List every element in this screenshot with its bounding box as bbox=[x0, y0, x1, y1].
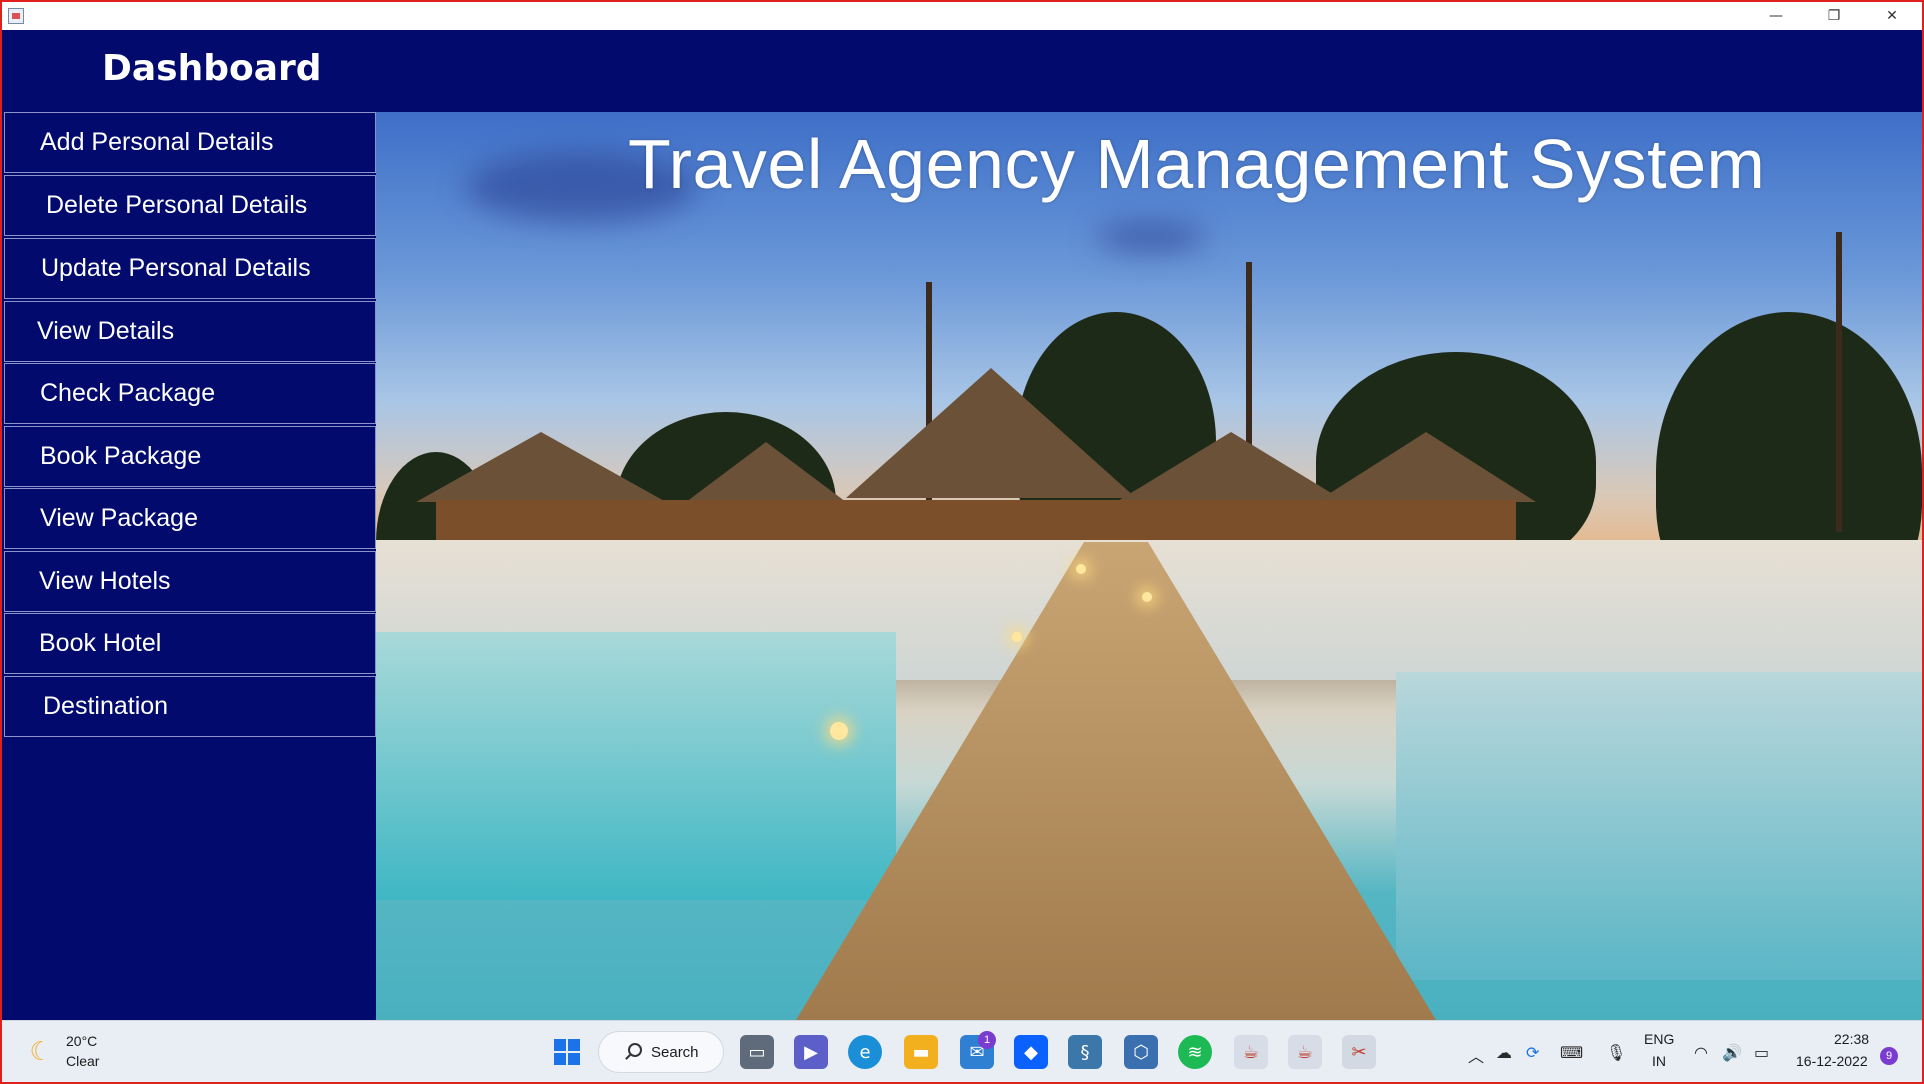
water bbox=[1396, 672, 1922, 980]
minimize-button[interactable]: — bbox=[1747, 2, 1805, 30]
teams-icon[interactable]: ▶ bbox=[794, 1035, 828, 1069]
search-label: Search bbox=[651, 1044, 699, 1061]
nav-label: Check Package bbox=[40, 379, 216, 407]
view-details-button[interactable]: View Details bbox=[4, 301, 376, 362]
hut-base bbox=[436, 500, 1516, 540]
weather-moon-icon[interactable]: ☾ bbox=[26, 1037, 56, 1067]
weather-desc[interactable]: Clear bbox=[66, 1053, 99, 1069]
file-explorer-icon[interactable]: ▬ bbox=[904, 1035, 938, 1069]
nav-label: Book Hotel bbox=[39, 629, 162, 657]
check-package-button[interactable]: Check Package bbox=[4, 363, 376, 424]
weather-temp[interactable]: 20°C bbox=[66, 1033, 97, 1049]
add-personal-details-button[interactable]: Add Personal Details bbox=[4, 112, 376, 173]
edge-icon[interactable]: e bbox=[848, 1035, 882, 1069]
title-bar[interactable]: — ❐ ✕ bbox=[2, 2, 1922, 30]
wifi-icon[interactable]: ◠ bbox=[1694, 1043, 1708, 1062]
view-hotels-button[interactable]: View Hotels bbox=[4, 551, 376, 612]
clock-date[interactable]: 16-12-2022 bbox=[1796, 1053, 1868, 1069]
app-java-icon bbox=[8, 8, 24, 24]
nav-label: Destination bbox=[43, 692, 169, 720]
snipping-tool-icon[interactable]: ✂ bbox=[1342, 1035, 1376, 1069]
nav-label: View Package bbox=[40, 504, 198, 532]
keyboard-icon[interactable]: ⌨ bbox=[1560, 1043, 1583, 1062]
update-personal-details-button[interactable]: Update Personal Details bbox=[4, 238, 376, 299]
microphone-icon[interactable]: 🎙 bbox=[1606, 1043, 1626, 1062]
python-icon[interactable]: § bbox=[1068, 1035, 1102, 1069]
task-view-icon[interactable]: ▭ bbox=[740, 1035, 774, 1069]
virtualbox-icon[interactable]: ⬡ bbox=[1124, 1035, 1158, 1069]
mail-badge: 1 bbox=[978, 1031, 996, 1049]
sidebar: Add Personal Details Delete Personal Det… bbox=[2, 112, 376, 1020]
destination-button[interactable]: Destination bbox=[4, 676, 376, 737]
language-region[interactable]: IN bbox=[1652, 1053, 1666, 1069]
nav-label: View Hotels bbox=[39, 567, 171, 595]
palm-trunk bbox=[1836, 232, 1842, 532]
nav-label: View Details bbox=[37, 317, 175, 345]
pier-light bbox=[1012, 632, 1022, 642]
language-code[interactable]: ENG bbox=[1644, 1031, 1674, 1047]
pier-light bbox=[1076, 564, 1086, 574]
dashboard-title: Dashboard bbox=[102, 48, 322, 89]
nav-label: Delete Personal Details bbox=[46, 191, 308, 219]
view-package-button[interactable]: View Package bbox=[4, 488, 376, 549]
nav-label: Add Personal Details bbox=[40, 128, 274, 156]
java-icon[interactable]: ☕ bbox=[1288, 1035, 1322, 1069]
close-button[interactable]: ✕ bbox=[1863, 2, 1921, 30]
cloud-icon[interactable]: ☁ bbox=[1496, 1043, 1512, 1062]
pier-light bbox=[1142, 592, 1152, 602]
spotify-icon[interactable]: ≋ bbox=[1178, 1035, 1212, 1069]
windows-start-icon[interactable] bbox=[550, 1035, 584, 1069]
taskbar-search[interactable]: Search bbox=[598, 1031, 724, 1073]
dashboard-header: Dashboard bbox=[2, 30, 1922, 112]
java-icon[interactable]: ☕ bbox=[1234, 1035, 1268, 1069]
water bbox=[376, 632, 896, 900]
volume-icon[interactable]: 🔊 bbox=[1722, 1043, 1742, 1062]
battery-icon[interactable]: ▭ bbox=[1754, 1043, 1769, 1062]
hero-title: Travel Agency Management System bbox=[628, 125, 1766, 203]
clock-time[interactable]: 22:38 bbox=[1834, 1031, 1869, 1047]
dropbox-icon[interactable]: ◆ bbox=[1014, 1035, 1048, 1069]
nav-label: Book Package bbox=[40, 442, 202, 470]
book-package-button[interactable]: Book Package bbox=[4, 426, 376, 487]
notification-badge[interactable]: 9 bbox=[1880, 1047, 1898, 1065]
search-icon bbox=[628, 1043, 642, 1057]
delete-personal-details-button[interactable]: Delete Personal Details bbox=[4, 175, 376, 236]
book-hotel-button[interactable]: Book Hotel bbox=[4, 613, 376, 674]
sync-icon[interactable]: ⟳ bbox=[1526, 1043, 1539, 1062]
nav-label: Update Personal Details bbox=[41, 254, 311, 282]
pier-light bbox=[830, 722, 848, 740]
beach-resort-image: Travel Agency Management System bbox=[376, 112, 1922, 1020]
taskbar: ☾ 20°C Clear Search ▭ ▶ e ▬ ✉ 1 ◆ § ⬡ ≋ … bbox=[2, 1020, 1922, 1082]
maximize-button[interactable]: ❐ bbox=[1805, 2, 1863, 30]
chevron-up-icon[interactable]: ︿ bbox=[1468, 1043, 1484, 1067]
cloud bbox=[1096, 222, 1206, 252]
